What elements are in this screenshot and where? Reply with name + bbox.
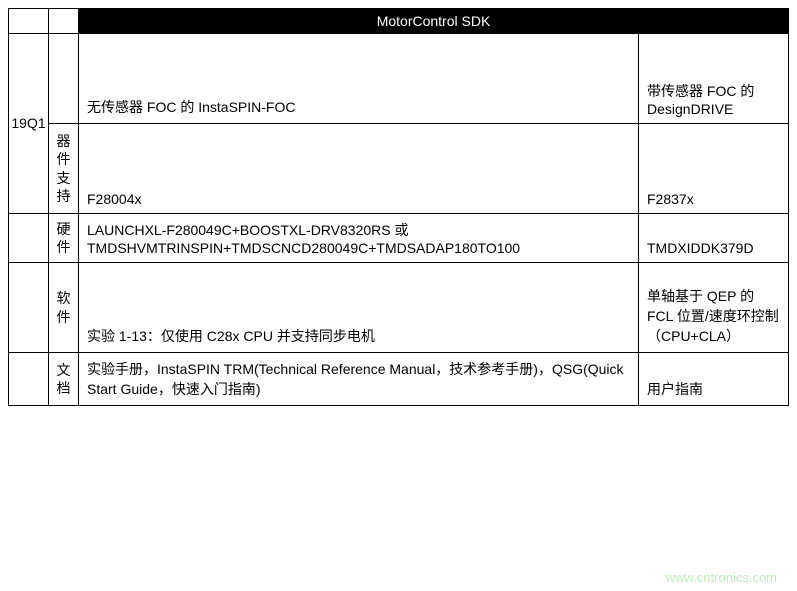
software-catlabel: 软件 xyxy=(49,263,79,353)
device-col2: F2837x xyxy=(639,124,789,214)
sw-blank xyxy=(9,263,49,353)
watermark: www.cntronics.com xyxy=(666,570,777,585)
software-col1: 实验 1-13：仅使用 C28x CPU 并支持同步电机 xyxy=(79,263,639,353)
topic-catlabel xyxy=(49,34,79,124)
header-row: MotorControl SDK xyxy=(9,9,789,34)
docs-col1: 实验手册，InstaSPIN TRM(Technical Reference M… xyxy=(79,353,639,406)
software-row: 软件 实验 1-13：仅使用 C28x CPU 并支持同步电机 单轴基于 QEP… xyxy=(9,263,789,353)
sdk-table: MotorControl SDK 19Q1 无传感器 FOC 的 InstaSP… xyxy=(8,8,789,406)
header-blank-2 xyxy=(49,9,79,34)
topic-col2: 带传感器 FOC 的 DesignDRIVE xyxy=(639,34,789,124)
release-label: 19Q1 xyxy=(9,34,49,214)
docs-col2: 用户指南 xyxy=(639,353,789,406)
table-title: MotorControl SDK xyxy=(79,9,789,34)
topic-col1: 无传感器 FOC 的 InstaSPIN-FOC xyxy=(79,34,639,124)
hardware-catlabel: 硬件 xyxy=(49,214,79,263)
hardware-col2: TMDXIDDK379D xyxy=(639,214,789,263)
docs-catlabel: 文档 xyxy=(49,353,79,406)
header-blank-1 xyxy=(9,9,49,34)
device-catlabel: 器件支持 xyxy=(49,124,79,214)
doc-blank xyxy=(9,353,49,406)
topic-row: 19Q1 无传感器 FOC 的 InstaSPIN-FOC 带传感器 FOC 的… xyxy=(9,34,789,124)
hardware-col1: LAUNCHXL-F280049C+BOOSTXL-DRV8320RS 或 TM… xyxy=(79,214,639,263)
device-row: 器件支持 F28004x F2837x xyxy=(9,124,789,214)
docs-row: 文档 实验手册，InstaSPIN TRM(Technical Referenc… xyxy=(9,353,789,406)
hardware-row: 硬件 LAUNCHXL-F280049C+BOOSTXL-DRV8320RS 或… xyxy=(9,214,789,263)
hw-blank xyxy=(9,214,49,263)
device-col1: F28004x xyxy=(79,124,639,214)
software-col2: 单轴基于 QEP 的 FCL 位置/速度环控制（CPU+CLA） xyxy=(639,263,789,353)
